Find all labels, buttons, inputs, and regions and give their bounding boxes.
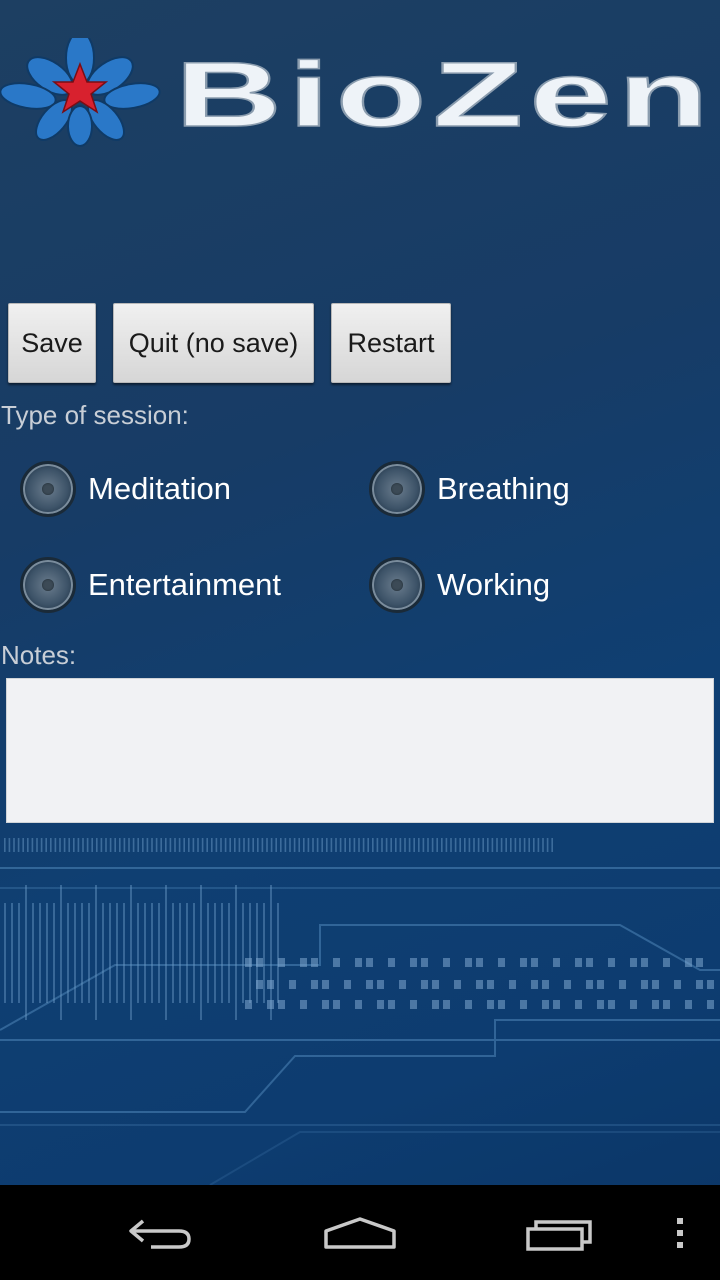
session-type-label: Type of session: [1, 400, 189, 430]
radio-label: Meditation [88, 471, 232, 506]
radio-label: Working [437, 567, 551, 602]
radio-label: Breathing [437, 471, 570, 506]
logo-wordmark: BioZen [175, 44, 715, 146]
notes-field[interactable] [6, 678, 714, 823]
quit-no-save-button[interactable]: Quit (no save) [113, 303, 314, 383]
overflow-menu-button[interactable] [660, 1185, 700, 1280]
radio-breathing[interactable]: Breathing [369, 461, 570, 517]
back-icon [129, 1219, 191, 1249]
biozen-session-screen: BioZen Save Quit (no save) Restart Type … [0, 0, 720, 1280]
recent-apps-icon [526, 1219, 592, 1251]
save-button[interactable]: Save [8, 303, 96, 383]
restart-button[interactable]: Restart [331, 303, 451, 383]
home-button[interactable] [310, 1185, 410, 1280]
lotus-icon [0, 38, 161, 147]
radio-button-icon[interactable] [369, 557, 425, 613]
radio-working[interactable]: Working [369, 557, 550, 613]
radio-label: Entertainment [88, 567, 281, 602]
home-icon [324, 1216, 396, 1249]
recent-apps-button[interactable] [510, 1185, 610, 1280]
overflow-menu-icon [677, 1217, 683, 1248]
radio-button-icon[interactable] [369, 461, 425, 517]
system-nav-bar [0, 1185, 720, 1280]
biozen-logo: BioZen [0, 38, 715, 147]
radio-button-icon[interactable] [20, 557, 76, 613]
radio-meditation[interactable]: Meditation [20, 461, 231, 517]
back-button[interactable] [110, 1185, 210, 1280]
notes-label: Notes: [1, 640, 77, 670]
radio-entertainment[interactable]: Entertainment [20, 557, 281, 613]
radio-button-icon[interactable] [20, 461, 76, 517]
